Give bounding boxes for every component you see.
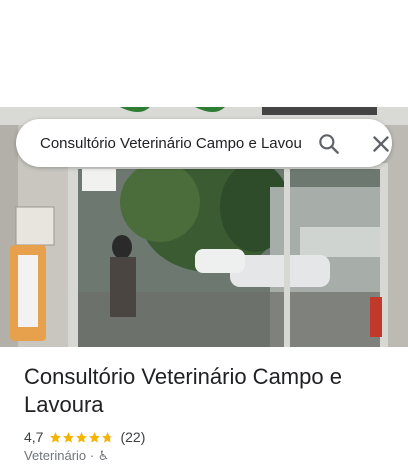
search-input[interactable]: Consultório Veterinário Campo e Lavoura bbox=[40, 133, 302, 155]
search-icon bbox=[319, 134, 339, 154]
star-half-icon bbox=[102, 431, 114, 443]
rating-stars bbox=[49, 431, 114, 444]
star-icon bbox=[63, 431, 75, 443]
star-icon bbox=[89, 431, 101, 443]
close-button[interactable] bbox=[368, 131, 394, 157]
rating-value: 4,7 bbox=[24, 429, 44, 445]
star-icon bbox=[50, 431, 62, 443]
search-button[interactable] bbox=[316, 131, 342, 157]
rating-row[interactable]: 4,7 (22) bbox=[24, 428, 145, 446]
blank-header-area bbox=[0, 0, 408, 107]
place-category: Veterinário · ♿ bbox=[24, 448, 110, 463]
search-bar[interactable]: Consultório Veterinário Campo e Lavoura bbox=[16, 119, 392, 167]
review-count[interactable]: (22) bbox=[120, 429, 145, 445]
star-icon bbox=[76, 431, 88, 443]
place-title: Consultório Veterinário Campo e Lavoura bbox=[24, 364, 342, 417]
close-icon bbox=[373, 136, 389, 152]
